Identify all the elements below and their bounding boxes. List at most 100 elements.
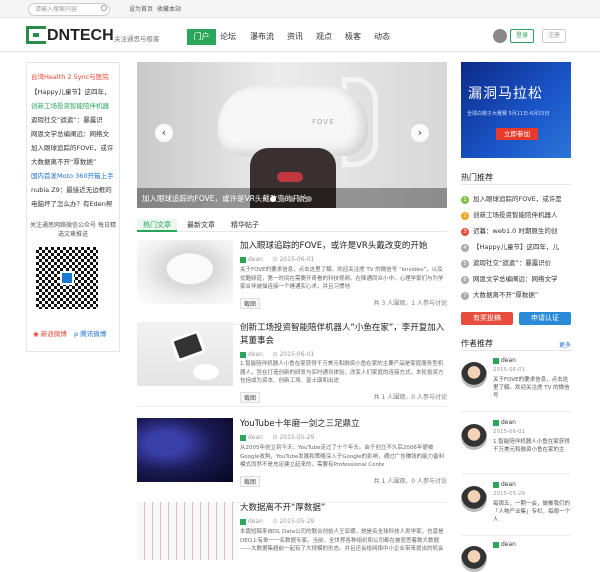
- left-link[interactable]: 台湾Health 2 Sync与医院: [31, 71, 109, 81]
- author-name[interactable]: dean: [493, 419, 516, 426]
- article-author[interactable]: dean: [248, 434, 263, 441]
- slider-dot[interactable]: [270, 196, 276, 202]
- article-item[interactable]: YouTube十年磨一剑之三足鼎立 dean ⊙ 2015-05-29 从200…: [137, 418, 447, 503]
- set-homepage-link[interactable]: 设为首页: [129, 4, 153, 13]
- vr-brand: FOVE: [312, 118, 335, 126]
- article-thumbnail[interactable]: [137, 502, 233, 560]
- search-input[interactable]: 请输入搜索内容: [28, 3, 110, 16]
- hot-item-label: 遮瑕社交“遮遮”：暴露识价: [473, 259, 552, 267]
- user-icon: [240, 518, 246, 525]
- author-name-label: dean: [501, 419, 516, 426]
- article-author[interactable]: dean: [248, 256, 263, 263]
- article-item[interactable]: 创新工场投资智能陪伴机器人“小鱼在家”，李开复加入其董事会 dean ⊙ 201…: [137, 322, 447, 407]
- left-link[interactable]: 国内首发Moto 360开箱上手: [31, 170, 114, 180]
- hot-item[interactable]: 7 大数据离不开“厚数据”: [461, 289, 571, 300]
- tab-hot-articles[interactable]: 热门文章: [137, 219, 177, 232]
- login-button[interactable]: 登录: [510, 29, 534, 43]
- article-title[interactable]: 加入眼球追踪的FOVE，或许是VR头戴改变的开始: [240, 240, 447, 253]
- search-icon[interactable]: [101, 5, 107, 11]
- hot-item-label: 【Happy儿童节】这四年，儿: [473, 243, 559, 251]
- author-date: 2015-05-29: [493, 491, 525, 497]
- bookmark-link[interactable]: 收藏本站: [157, 4, 181, 13]
- ad-banner[interactable]: 漏洞马拉松 全球白帽子大赛赛 5月11日-6月15日 立即参加: [461, 62, 571, 158]
- article-thumbnail[interactable]: [137, 418, 233, 482]
- submit-article-button[interactable]: 有奖投稿: [461, 312, 513, 325]
- left-link[interactable]: 网恩文学总编阐远：网络文: [31, 128, 109, 138]
- user-avatar-icon[interactable]: [493, 29, 507, 43]
- tab-featured-posts[interactable]: 精华帖子: [231, 219, 259, 232]
- author-name[interactable]: dean: [493, 357, 516, 364]
- nav-item-feed[interactable]: 动态: [374, 29, 390, 45]
- author-avatar[interactable]: [461, 362, 487, 388]
- author-item[interactable]: dean: [461, 540, 571, 572]
- author-item[interactable]: dean 2015-06-01 关于FOVE的要求信息，点击这里了解。欢迎关注虎…: [461, 356, 571, 412]
- article-tag[interactable]: 截图: [240, 392, 261, 403]
- author-avatar[interactable]: [461, 486, 487, 512]
- article-author[interactable]: dean: [248, 518, 263, 525]
- weibo-link[interactable]: ◉ 新浪微博: [33, 328, 67, 338]
- author-item[interactable]: dean 2015-05-29 每周五，一期一会，做推我们的「人物产业集」专栏，…: [461, 480, 571, 536]
- author-name-label: dean: [501, 541, 516, 548]
- article-title[interactable]: 创新工场投资智能陪伴机器人“小鱼在家”，李开复加入其董事会: [240, 322, 447, 348]
- user-icon: [493, 357, 499, 364]
- nav-item-geek[interactable]: 极客: [345, 29, 361, 45]
- nav-item-opinion[interactable]: 观点: [316, 29, 332, 45]
- article-item[interactable]: 大数据离不开“厚数据” dean ⊙ 2015-05-29 本篇短稿来自DL D…: [137, 502, 447, 561]
- article-date: 2015-06-01: [279, 351, 315, 358]
- register-button[interactable]: 注册: [542, 29, 566, 43]
- hot-item[interactable]: 1 加入眼球追踪的FOVE，或许是: [461, 193, 571, 204]
- apply-verification-button[interactable]: 申请认证: [519, 312, 571, 325]
- left-link[interactable]: 【Happy儿童节】这四年，: [31, 86, 110, 96]
- tab-latest-articles[interactable]: 最新文章: [187, 219, 215, 232]
- hot-item[interactable]: 5 遮瑕社交“遮遮”：暴露识价: [461, 257, 571, 268]
- more-authors-link[interactable]: 更多: [559, 340, 571, 349]
- slider-prev-button[interactable]: ‹: [155, 124, 173, 142]
- author-avatar[interactable]: [461, 424, 487, 450]
- slider-dot[interactable]: [279, 196, 285, 202]
- slider-dot[interactable]: [297, 196, 303, 202]
- slider-next-button[interactable]: ›: [411, 124, 429, 142]
- article-author[interactable]: dean: [248, 351, 263, 358]
- article-tag[interactable]: 截图: [240, 476, 261, 487]
- author-name[interactable]: dean: [493, 541, 516, 548]
- hot-item[interactable]: 4 【Happy儿童节】这四年，儿: [461, 241, 571, 252]
- article-title[interactable]: YouTube十年磨一剑之三足鼎立: [240, 418, 447, 431]
- slider-dot[interactable]: [288, 196, 294, 202]
- author-name-label: dean: [501, 481, 516, 488]
- logo-icon[interactable]: [26, 26, 46, 44]
- left-link[interactable]: 创新工场投资智能陪伴机器: [31, 100, 109, 110]
- nav-item-forum[interactable]: 论坛: [220, 29, 236, 45]
- article-title[interactable]: 大数据离不开“厚数据”: [240, 502, 447, 515]
- tencent-weibo-link[interactable]: ρ 腾讯微博: [74, 328, 106, 338]
- author-avatar[interactable]: [461, 546, 487, 572]
- left-link[interactable]: 大数据离不开“厚数据”: [31, 156, 96, 166]
- nav-item-news[interactable]: 资讯: [287, 29, 303, 45]
- nav-item-portal[interactable]: 门户: [187, 29, 216, 45]
- hot-item-label: 加入眼球追踪的FOVE，或许是: [473, 195, 562, 203]
- ad-title: 漏洞马拉松: [468, 86, 543, 102]
- hot-item-label: 大数据离不开“厚数据”: [473, 291, 539, 299]
- article-meta: dean ⊙ 2015-05-29: [240, 434, 314, 441]
- logo-text[interactable]: DNTECH: [47, 27, 114, 45]
- ad-cta-button[interactable]: 立即参加: [496, 128, 538, 140]
- article-item[interactable]: 加入眼球追踪的FOVE，或许是VR头戴改变的开始 dean ⊙ 2015-06-…: [137, 240, 447, 325]
- article-summary: 从2005年创立到今天，YouTube走过了十个年头。由于创立不久后2006年便…: [240, 445, 445, 468]
- hot-recommend-heading: 热门推荐: [461, 173, 493, 182]
- left-link[interactable]: nubia Z9：最接近无边框的: [31, 184, 112, 194]
- left-link[interactable]: 电脑坏了怎么办？有Eden帮: [31, 198, 112, 208]
- article-tag[interactable]: 截图: [240, 298, 261, 309]
- slider-dot[interactable]: [306, 196, 312, 202]
- left-link[interactable]: 遮瑕社交“遮遮”：暴露识: [31, 114, 103, 124]
- hot-item[interactable]: 2 创新工场投资智能陪伴机器人: [461, 209, 571, 220]
- article-date: 2015-06-01: [279, 256, 315, 263]
- hot-item[interactable]: 3 迟暮：web1.0 时期原生的创: [461, 225, 571, 236]
- nav-item-waterfall[interactable]: 瀑布流: [250, 29, 274, 45]
- left-link[interactable]: 加入眼球追踪的FOVE，或许: [31, 142, 113, 152]
- author-item[interactable]: dean 2015-06-01 1.智能陪伴机器人小鱼在家获得千万美元和融资小鱼…: [461, 418, 571, 474]
- hot-item[interactable]: 6 网恩文学总编阐远：网络文学: [461, 273, 571, 284]
- author-name[interactable]: dean: [493, 481, 516, 488]
- article-thumbnail[interactable]: [137, 322, 233, 386]
- hero-slider[interactable]: FOVE 加入眼球追踪的FOVE，或许是VR头戴改变的开始 ‹ ›: [137, 62, 447, 208]
- article-summary: 本篇短稿来自DL Data公司的联合创始人王亚娜，她是名全球科技人类学家，也曾是…: [240, 529, 444, 552]
- article-thumbnail[interactable]: [137, 240, 233, 304]
